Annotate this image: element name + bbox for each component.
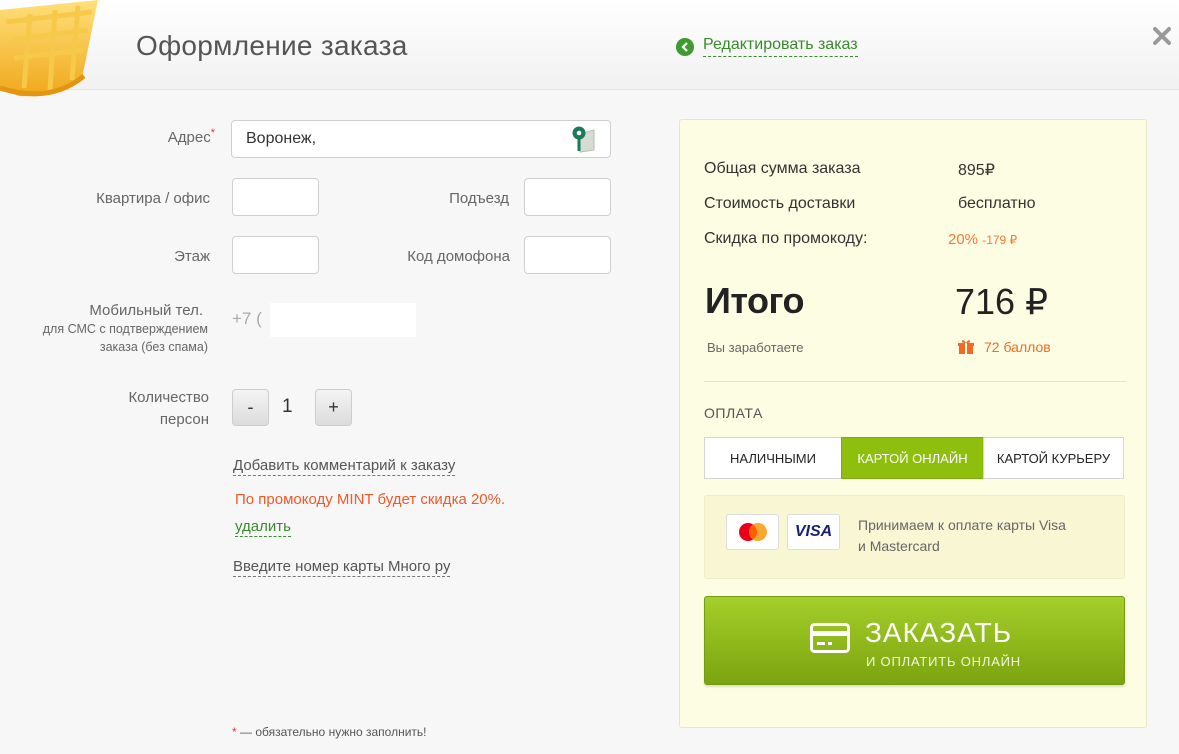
phone-label: Мобильный тел. [89, 302, 203, 319]
apartment-input[interactable] [232, 178, 319, 216]
tab-cash[interactable]: НАЛИЧНЫМИ [704, 437, 842, 479]
entrance-label: Подъезд [449, 190, 509, 207]
tab-card-courier[interactable]: КАРТОЙ КУРЬЕРУ [983, 437, 1124, 479]
map-pin-icon[interactable] [568, 124, 596, 154]
order-button-sublabel: И ОПЛАТИТЬ ОНЛАЙН [866, 654, 1022, 669]
gift-icon [958, 340, 974, 354]
footnote-text: — обязательно нужно заполнить! [240, 725, 427, 739]
address-input[interactable] [231, 120, 611, 158]
apartment-label: Квартира / офис [96, 190, 210, 207]
add-comment-link[interactable]: Добавить комментарий к заказу [233, 457, 456, 476]
persons-quantity: 1 [282, 396, 293, 417]
address-label: Адрес* [120, 127, 215, 146]
page-title: Оформление заказа [136, 30, 408, 61]
required-mark: * [210, 127, 215, 139]
close-icon[interactable] [1152, 26, 1172, 46]
total-value: 716 ₽ [955, 281, 1048, 322]
floor-label: Этаж [174, 248, 210, 265]
phone-sublabel-2: заказа (без спама) [99, 340, 208, 354]
order-button-label: ЗАКАЗАТЬ [865, 617, 1013, 648]
promo-message: По промокоду MINT будет скидка 20%. [235, 491, 506, 508]
persons-label-2: персон [159, 411, 209, 428]
edit-order-label: Редактировать заказ [703, 36, 858, 57]
payment-title: ОПЛАТА [704, 405, 763, 421]
header: Оформление заказа Редактировать заказ [0, 0, 1179, 97]
credit-card-icon [810, 623, 850, 653]
discount-label: Скидка по промокоду: [704, 230, 868, 247]
order-sum-value: 895₽ [958, 162, 995, 179]
order-sum-label: Общая сумма заказа [704, 160, 861, 177]
points-badge: 72 баллов [958, 339, 1051, 355]
discount-amount: -179 ₽ [982, 233, 1018, 247]
floor-input[interactable] [232, 236, 319, 274]
summary-divider [704, 381, 1126, 382]
footnote-star: * [232, 725, 237, 739]
phone-input[interactable] [270, 303, 416, 337]
accepted-cards-text: Принимаем к оплате карты Visa и Masterca… [858, 515, 1066, 557]
persons-label: Количество [128, 389, 209, 406]
phone-prefix: +7 ( [232, 309, 262, 328]
delivery-value: бесплатно [958, 195, 1036, 212]
decrease-persons-button[interactable]: - [232, 389, 269, 426]
delete-promo-link[interactable]: удалить [235, 518, 291, 537]
tab-card-online[interactable]: КАРТОЙ ОНЛАЙН [841, 437, 984, 479]
back-arrow-icon [676, 37, 694, 56]
entrance-input[interactable] [524, 178, 611, 216]
mastercard-icon [726, 514, 779, 550]
visa-label: VISA [794, 523, 833, 540]
delivery-label: Стоимость доставки [704, 195, 856, 212]
accepted-cards-box: VISA Принимаем к оплате карты Visa и Mas… [704, 495, 1125, 579]
earn-label: Вы заработаете [707, 340, 804, 355]
increase-persons-button[interactable]: + [315, 389, 352, 426]
payment-tabs: НАЛИЧНЫМИ КАРТОЙ ОНЛАЙН КАРТОЙ КУРЬЕРУ [704, 437, 1125, 479]
points-value: 72 баллов [984, 339, 1051, 355]
edit-order-link[interactable]: Редактировать заказ [676, 36, 858, 57]
card-number-link[interactable]: Введите номер карты Много ру [233, 558, 451, 577]
order-and-pay-button[interactable]: ЗАКАЗАТЬ И ОПЛАТИТЬ ОНЛАЙН [704, 596, 1125, 685]
discount-value: 20% -179 ₽ [948, 231, 1017, 248]
total-label: Итого [705, 280, 805, 321]
accepted-cards-line-2: и Mastercard [858, 538, 940, 554]
basket-icon [0, 0, 98, 97]
intercom-label: Код домофона [407, 248, 510, 265]
address-label-text: Адрес [167, 129, 211, 146]
discount-percent: 20% [948, 231, 979, 248]
intercom-input[interactable] [524, 236, 611, 274]
required-footnote: * — обязательно нужно заполнить! [232, 725, 427, 739]
phone-sublabel-1: для СМС с подтверждением [42, 322, 208, 336]
accepted-cards-line-1: Принимаем к оплате карты Visa [858, 517, 1066, 533]
visa-icon: VISA [787, 514, 840, 550]
